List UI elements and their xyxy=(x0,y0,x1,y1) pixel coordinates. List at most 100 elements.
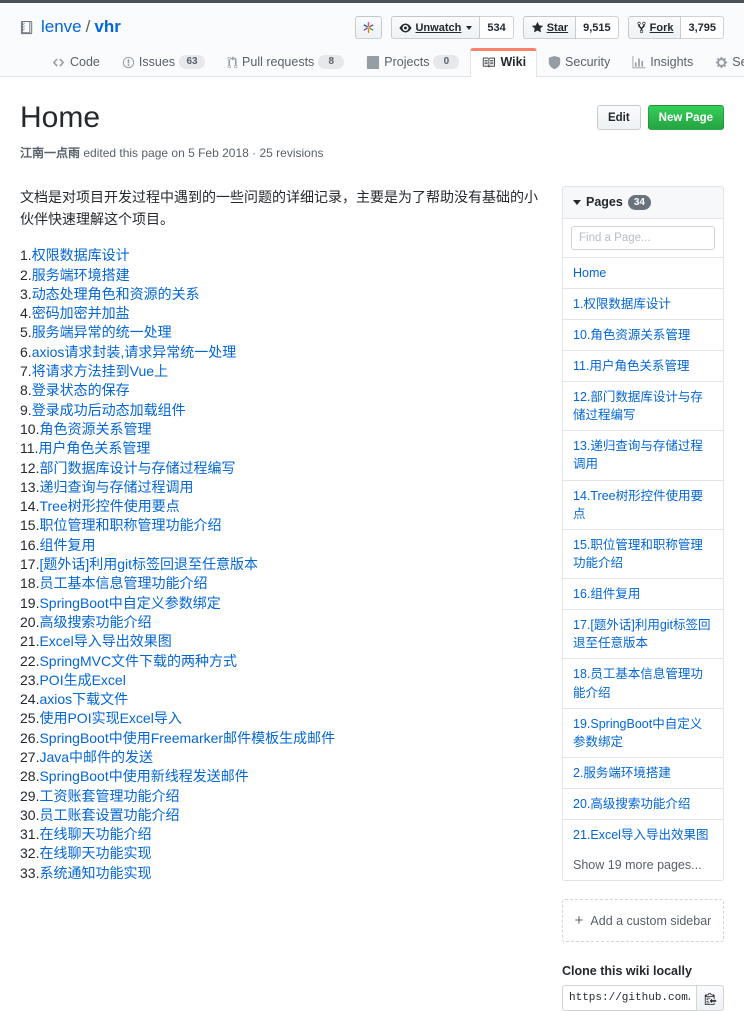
list-item-number: 33. xyxy=(20,865,39,881)
list-item-number: 12. xyxy=(20,460,39,476)
list-item-number: 6. xyxy=(20,344,32,360)
list-item-link[interactable]: 员工基本信息管理功能介绍 xyxy=(39,575,207,591)
wiki-link-list-item: 1.权限数据库设计 xyxy=(20,246,540,265)
show-more-pages-link[interactable]: Show 19 more pages... xyxy=(563,850,723,880)
wiki-byline-rest: edited this page on 5 Feb 2018 · 25 revi… xyxy=(80,146,324,160)
list-item-link[interactable]: Java中邮件的发送 xyxy=(39,749,153,765)
copy-clone-url-button[interactable] xyxy=(696,985,724,1011)
fork-label: Fork xyxy=(650,22,674,34)
repository-nav-tabs: Code Issues 63 Pull requests 8 Projects … xyxy=(20,47,724,77)
list-item-link[interactable]: SpringBoot中自定义参数绑定 xyxy=(39,595,220,611)
watch-count[interactable]: 534 xyxy=(480,16,513,39)
list-item-link[interactable]: SpringMVC文件下载的两种方式 xyxy=(39,653,237,669)
wiki-link-list-item: 3.动态处理角色和资源的关系 xyxy=(20,285,540,304)
sidebar-page-link[interactable]: 13.递归查询与存储过程调用 xyxy=(563,431,723,480)
list-item-link[interactable]: 将请求方法挂到Vue上 xyxy=(32,363,168,379)
sidebar-page-link[interactable]: 18.员工基本信息管理功能介绍 xyxy=(563,659,723,708)
list-item-number: 28. xyxy=(20,768,39,784)
list-item-link[interactable]: 工资账套管理功能介绍 xyxy=(39,788,179,804)
tab-projects[interactable]: Projects 0 xyxy=(355,47,470,77)
fork-button[interactable]: Fork xyxy=(628,16,682,39)
list-item-link[interactable]: 密码加密并加盐 xyxy=(32,305,130,321)
tab-pull-requests-label: Pull requests xyxy=(242,56,314,69)
list-item-link[interactable]: 组件复用 xyxy=(39,537,95,553)
clone-url-input[interactable] xyxy=(562,985,696,1011)
list-item-link[interactable]: 服务端异常的统一处理 xyxy=(32,324,172,340)
sidebar-page-link[interactable]: 20.高级搜索功能介绍 xyxy=(563,789,723,820)
fork-count[interactable]: 3,795 xyxy=(681,16,724,39)
list-item-link[interactable]: 高级搜索功能介绍 xyxy=(39,614,151,630)
tab-insights[interactable]: Insights xyxy=(621,48,704,77)
tab-settings[interactable]: Settings xyxy=(704,48,744,77)
list-item-link[interactable]: 登录状态的保存 xyxy=(32,382,130,398)
page-title: Home xyxy=(20,99,324,137)
tab-pull-requests[interactable]: Pull requests 8 xyxy=(216,47,355,77)
list-item-link[interactable]: 权限数据库设计 xyxy=(32,247,130,263)
list-item-link[interactable]: 动态处理角色和资源的关系 xyxy=(32,286,200,302)
list-item-link[interactable]: 职位管理和职称管理功能介绍 xyxy=(39,517,221,533)
wiki-author-link[interactable]: 江南一点雨 xyxy=(20,146,80,160)
sponsor-button[interactable] xyxy=(355,16,382,39)
list-item-link[interactable]: 用户角色关系管理 xyxy=(38,440,150,456)
sidebar-page-link[interactable]: 1.权限数据库设计 xyxy=(563,289,723,320)
list-item-link[interactable]: 员工账套设置功能介绍 xyxy=(39,807,179,823)
list-item-link[interactable]: Tree树形控件使用要点 xyxy=(39,498,179,514)
tab-issues[interactable]: Issues 63 xyxy=(111,47,216,77)
list-item-number: 13. xyxy=(20,479,39,495)
wiki-link-list-item: 32.在线聊天功能实现 xyxy=(20,844,540,863)
list-item-number: 24. xyxy=(20,691,39,707)
star-button[interactable]: Star xyxy=(523,16,576,39)
list-item-link[interactable]: POI生成Excel xyxy=(39,672,125,688)
new-page-button[interactable]: New Page xyxy=(648,105,724,130)
sidebar-page-link[interactable]: 14.Tree树形控件使用要点 xyxy=(563,481,723,530)
list-item-link[interactable]: axios请求封装,请求异常统一处理 xyxy=(32,344,237,360)
list-item-number: 1. xyxy=(20,247,32,263)
wiki-link-list-item: 2.服务端环境搭建 xyxy=(20,266,540,285)
tab-wiki[interactable]: Wiki xyxy=(470,48,537,77)
list-item-number: 2. xyxy=(20,267,32,283)
list-item-link[interactable]: 递归查询与存储过程调用 xyxy=(39,479,193,495)
sidebar-page-link[interactable]: 12.部门数据库设计与存储过程编写 xyxy=(563,382,723,431)
wiki-link-list-item: 14.Tree树形控件使用要点 xyxy=(20,497,540,516)
sidebar-page-link[interactable]: 19.SpringBoot中自定义参数绑定 xyxy=(563,709,723,758)
star-count[interactable]: 9,515 xyxy=(576,16,619,39)
list-item-number: 31. xyxy=(20,826,39,842)
list-item-number: 9. xyxy=(20,402,32,418)
add-custom-sidebar-button[interactable]: + Add a custom sidebar xyxy=(562,899,724,942)
watch-button-group: Unwatch 534 xyxy=(391,16,513,39)
list-item-number: 30. xyxy=(20,807,39,823)
tab-code[interactable]: Code xyxy=(40,48,111,77)
edit-button[interactable]: Edit xyxy=(597,105,641,130)
list-item-link[interactable]: axios下载文件 xyxy=(39,691,128,707)
list-item-link[interactable]: Excel导入导出效果图 xyxy=(39,633,171,649)
sidebar-page-link[interactable]: Home xyxy=(563,258,723,289)
project-board-icon xyxy=(366,56,380,69)
repo-owner-link[interactable]: lenve xyxy=(41,17,82,37)
list-item-link[interactable]: [题外话]利用git标签回退至任意版本 xyxy=(39,556,258,572)
list-item-link[interactable]: SpringBoot中使用新线程发送邮件 xyxy=(39,768,248,784)
list-item-link[interactable]: 在线聊天功能介绍 xyxy=(39,826,151,842)
sidebar-page-link[interactable]: 2.服务端环境搭建 xyxy=(563,758,723,789)
list-item-link[interactable]: 登录成功后动态加载组件 xyxy=(32,402,186,418)
pages-label: Pages xyxy=(586,195,623,209)
sidebar-page-link[interactable]: 17.[题外话]利用git标签回退至任意版本 xyxy=(563,610,723,659)
find-a-page-input[interactable] xyxy=(571,226,715,250)
pages-box-header[interactable]: Pages 34 xyxy=(563,187,723,219)
list-item-link[interactable]: 使用POI实现Excel导入 xyxy=(39,710,181,726)
list-item-link[interactable]: 服务端环境搭建 xyxy=(32,267,130,283)
sidebar-page-link[interactable]: 11.用户角色关系管理 xyxy=(563,351,723,382)
sidebar-page-link[interactable]: 15.职位管理和职称管理功能介绍 xyxy=(563,530,723,579)
list-item-link[interactable]: 角色资源关系管理 xyxy=(39,421,151,437)
unwatch-button[interactable]: Unwatch xyxy=(391,16,480,39)
list-item-link[interactable]: 系统通知功能实现 xyxy=(39,865,151,881)
list-item-link[interactable]: SpringBoot中使用Freemarker邮件模板生成邮件 xyxy=(39,730,335,746)
wiki-link-list-item: 6.axios请求封装,请求异常统一处理 xyxy=(20,343,540,362)
sidebar-page-link[interactable]: 21.Excel导入导出效果图 xyxy=(563,820,723,850)
repo-name-link[interactable]: vhr xyxy=(94,17,120,37)
list-item-link[interactable]: 部门数据库设计与存储过程编写 xyxy=(39,460,235,476)
sidebar-page-link[interactable]: 10.角色资源关系管理 xyxy=(563,320,723,351)
page-container: Home 江南一点雨 edited this page on 5 Feb 201… xyxy=(0,77,744,1011)
list-item-link[interactable]: 在线聊天功能实现 xyxy=(39,845,151,861)
sidebar-page-link[interactable]: 16.组件复用 xyxy=(563,579,723,610)
tab-security[interactable]: Security xyxy=(537,48,621,77)
